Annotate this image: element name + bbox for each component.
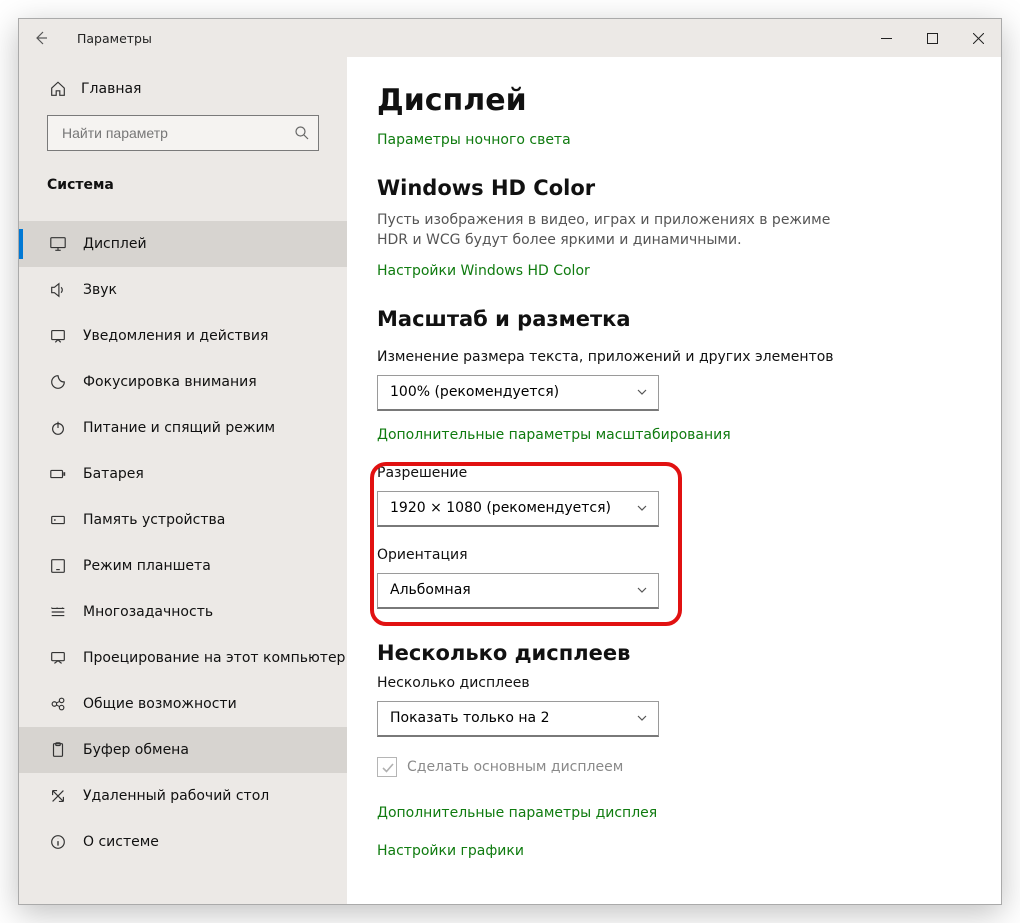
minimize-icon	[881, 33, 892, 44]
battery-icon	[47, 463, 69, 485]
maximize-button[interactable]	[909, 19, 955, 57]
sidebar-item-label: Режим планшета	[83, 558, 211, 574]
resolution-label: Разрешение	[377, 465, 961, 481]
checkbox-icon	[377, 757, 397, 777]
advanced-display-link[interactable]: Дополнительные параметры дисплея	[377, 805, 657, 821]
close-icon	[973, 33, 984, 44]
sidebar-item-label: Батарея	[83, 466, 144, 482]
sidebar-item-multitasking[interactable]: Многозадачность	[19, 589, 347, 635]
search-icon	[294, 125, 310, 141]
power-icon	[47, 417, 69, 439]
scale-size-label: Изменение размера текста, приложений и д…	[377, 349, 961, 365]
chevron-down-icon	[636, 712, 648, 724]
orientation-label: Ориентация	[377, 547, 961, 563]
projecting-icon	[47, 647, 69, 669]
sidebar-item-label: Уведомления и действия	[83, 328, 268, 344]
search-box[interactable]	[47, 115, 319, 151]
tablet-icon	[47, 555, 69, 577]
arrow-left-icon	[33, 30, 49, 46]
hd-color-link[interactable]: Настройки Windows HD Color	[377, 263, 590, 279]
sidebar-item-notifications[interactable]: Уведомления и действия	[19, 313, 347, 359]
chevron-down-icon	[636, 386, 648, 398]
scale-advanced-link[interactable]: Дополнительные параметры масштабирования	[377, 427, 731, 443]
sidebar-item-label: Фокусировка внимания	[83, 374, 257, 390]
sidebar-item-power[interactable]: Питание и спящий режим	[19, 405, 347, 451]
graphics-link[interactable]: Настройки графики	[377, 843, 524, 859]
storage-icon	[47, 509, 69, 531]
focus-icon	[47, 371, 69, 393]
search-input[interactable]	[60, 124, 294, 142]
sidebar-item-label: О системе	[83, 834, 159, 850]
resolution-dropdown[interactable]: 1920 × 1080 (рекомендуется)	[377, 491, 659, 527]
sidebar-item-label: Дисплей	[83, 236, 147, 252]
titlebar: Параметры	[19, 19, 1001, 57]
sidebar-item-storage[interactable]: Память устройства	[19, 497, 347, 543]
scale-heading: Масштаб и разметка	[377, 307, 961, 331]
multitasking-icon	[47, 601, 69, 623]
multi-value: Показать только на 2	[390, 710, 636, 726]
main-content: Дисплей Параметры ночного света Windows …	[347, 57, 1001, 904]
home-icon	[47, 80, 69, 98]
orientation-dropdown[interactable]: Альбомная	[377, 573, 659, 609]
window-controls	[863, 19, 1001, 57]
orientation-value: Альбомная	[390, 582, 636, 598]
sidebar-item-shared[interactable]: Общие возможности	[19, 681, 347, 727]
client-area: Главная Система Дисплей	[19, 57, 1001, 904]
maximize-icon	[927, 33, 938, 44]
sidebar-home[interactable]: Главная	[19, 67, 347, 111]
night-light-link[interactable]: Параметры ночного света	[377, 132, 571, 148]
sidebar-item-label: Проецирование на этот компьютер	[83, 650, 345, 666]
sidebar-item-battery[interactable]: Батарея	[19, 451, 347, 497]
notifications-icon	[47, 325, 69, 347]
page-title: Дисплей	[377, 83, 961, 118]
sidebar-item-focus[interactable]: Фокусировка внимания	[19, 359, 347, 405]
sidebar-item-label: Буфер обмена	[83, 742, 189, 758]
resolution-value: 1920 × 1080 (рекомендуется)	[390, 500, 636, 516]
scale-size-value: 100% (рекомендуется)	[390, 384, 636, 400]
sidebar-item-projecting[interactable]: Проецирование на этот компьютер	[19, 635, 347, 681]
hd-color-desc: Пусть изображения в видео, играх и прило…	[377, 210, 857, 251]
sidebar-item-display[interactable]: Дисплей	[19, 221, 347, 267]
sidebar-item-label: Звук	[83, 282, 117, 298]
multi-dropdown[interactable]: Показать только на 2	[377, 701, 659, 737]
hd-color-heading: Windows HD Color	[377, 176, 961, 200]
sidebar-item-clipboard[interactable]: Буфер обмена	[19, 727, 347, 773]
make-main-label: Сделать основным дисплеем	[407, 759, 623, 775]
sidebar-nav: Дисплей Звук Уведомления и действия Фоку…	[19, 221, 347, 865]
close-button[interactable]	[955, 19, 1001, 57]
about-icon	[47, 831, 69, 853]
chevron-down-icon	[636, 584, 648, 596]
settings-window: Параметры Главная	[18, 18, 1002, 905]
display-icon	[47, 233, 69, 255]
multi-heading: Несколько дисплеев	[377, 641, 961, 665]
sidebar-item-label: Память устройства	[83, 512, 225, 528]
sidebar: Главная Система Дисплей	[19, 57, 347, 904]
remote-icon	[47, 785, 69, 807]
minimize-button[interactable]	[863, 19, 909, 57]
sidebar-item-label: Общие возможности	[83, 696, 237, 712]
sidebar-item-tablet[interactable]: Режим планшета	[19, 543, 347, 589]
sidebar-item-label: Многозадачность	[83, 604, 213, 620]
multi-label: Несколько дисплеев	[377, 675, 961, 691]
shared-icon	[47, 693, 69, 715]
window-title: Параметры	[77, 31, 152, 46]
scale-size-dropdown[interactable]: 100% (рекомендуется)	[377, 375, 659, 411]
sidebar-item-label: Удаленный рабочий стол	[83, 788, 269, 804]
chevron-down-icon	[636, 502, 648, 514]
sidebar-home-label: Главная	[81, 81, 141, 97]
sidebar-item-about[interactable]: О системе	[19, 819, 347, 865]
sidebar-item-remote[interactable]: Удаленный рабочий стол	[19, 773, 347, 819]
sidebar-item-label: Питание и спящий режим	[83, 420, 275, 436]
sidebar-item-sound[interactable]: Звук	[19, 267, 347, 313]
clipboard-icon	[47, 739, 69, 761]
sidebar-section: Система	[19, 151, 347, 201]
sound-icon	[47, 279, 69, 301]
back-button[interactable]	[19, 19, 63, 57]
make-main-checkbox: Сделать основным дисплеем	[377, 757, 961, 777]
